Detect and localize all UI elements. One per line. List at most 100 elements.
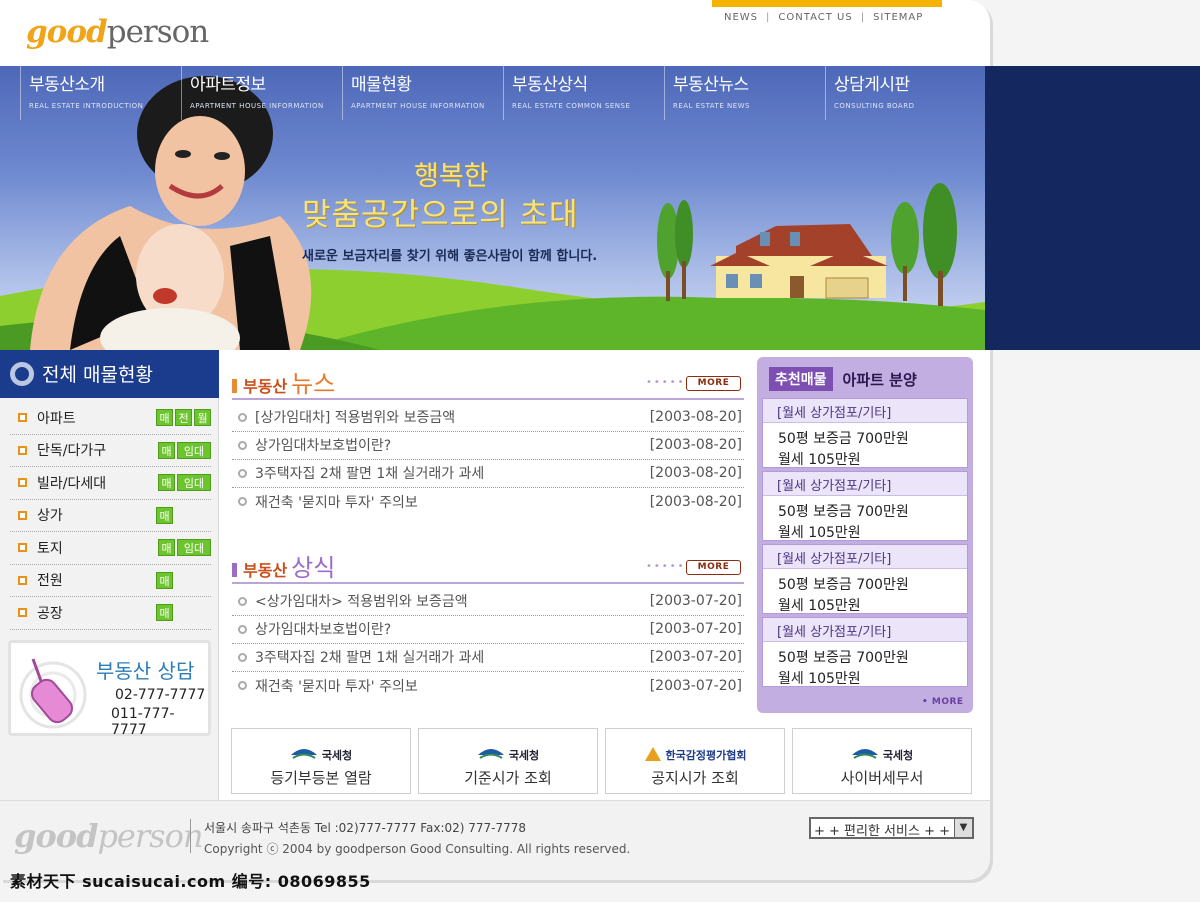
- tag-sale[interactable]: 매: [156, 571, 173, 589]
- nts-emblem-icon: [477, 749, 504, 759]
- bullet-icon: [18, 445, 27, 455]
- nav-item-news[interactable]: 부동산뉴스 REAL ESTATE NEWS: [664, 66, 825, 120]
- org-name: 한국감정평가협회: [665, 749, 747, 762]
- circle-bullet-icon: [238, 652, 247, 662]
- circle-bullet-icon: [238, 624, 247, 634]
- phone-icon: [19, 658, 87, 729]
- item-type: [월세 상가점포/기타]: [763, 618, 967, 642]
- consult-phone-2: 011-777-7777: [111, 706, 175, 738]
- news-more-button[interactable]: MORE: [686, 376, 741, 391]
- nav-item-common-sense[interactable]: 부동산상식 REAL ESTATE COMMON SENSE: [503, 66, 664, 120]
- contact-us-link[interactable]: CONTACT US: [778, 12, 852, 23]
- news-date: [2003-08-20]: [649, 409, 742, 426]
- hero-slogan-3: 새로운 보금자리를 찾기 위해 좋은사람이 함께 합니다.: [302, 249, 598, 264]
- circle-bullet-icon: [238, 497, 247, 507]
- link-public-price[interactable]: 한국감정평가협회 공지시가 조회: [605, 728, 785, 794]
- nav-item-apartment-info[interactable]: 아파트정보 APARTMENT HOUSE INFORMATION: [181, 66, 342, 120]
- nav-sublabel: CONSULTING BOARD: [834, 102, 915, 110]
- link-standard-price[interactable]: 국세청 기준시가 조회: [418, 728, 598, 794]
- tag-sale[interactable]: 매: [156, 409, 173, 427]
- nav-sublabel: REAL ESTATE INTRODUCTION: [29, 102, 144, 110]
- item-deposit: 50평 보증금 700만원: [778, 577, 909, 593]
- recommended-more-link[interactable]: • MORE: [922, 697, 964, 707]
- logo-good: good: [26, 14, 108, 50]
- dots-decoration: •••••: [646, 377, 686, 388]
- knowledge-row[interactable]: 재건축 '묻지마 투자' 주의보 [2003-07-20]: [232, 672, 744, 700]
- tag-rent[interactable]: 임대: [177, 539, 211, 557]
- consult-phone-1: 02-777-7777: [115, 687, 206, 703]
- category-factory[interactable]: 공장 매: [10, 597, 211, 630]
- site-logo[interactable]: goodperson: [26, 14, 209, 50]
- footer-divider: [190, 819, 191, 853]
- news-row[interactable]: 3주택자집 2채 팔면 1채 실거래가 과세 [2003-08-20]: [232, 460, 744, 488]
- nav-label: 부동산소개: [29, 75, 105, 95]
- tag-monthly[interactable]: 월: [194, 409, 211, 427]
- knowledge-divider: [232, 582, 744, 584]
- tag-sale[interactable]: 매: [158, 539, 175, 557]
- nav-item-realestate-intro[interactable]: 부동산소개 REAL ESTATE INTRODUCTION: [20, 66, 181, 120]
- news-date: [2003-08-20]: [649, 493, 742, 510]
- sitemap-link[interactable]: SITEMAP: [873, 12, 923, 23]
- recommended-item[interactable]: [월세 상가점포/기타] 50평 보증금 700만원 월세 105만원: [762, 617, 968, 687]
- recommended-item[interactable]: [월세 상가점포/기타] 50평 보증금 700만원 월세 105만원: [762, 544, 968, 614]
- org-label: 국세청: [419, 747, 597, 763]
- tag-sale[interactable]: 매: [158, 474, 175, 492]
- knowledge-row[interactable]: <상가임대차> 적용범위와 보증금액 [2003-07-20]: [232, 588, 744, 616]
- top-links: NEWS | CONTACT US | SITEMAP: [724, 12, 924, 23]
- category-list: 아파트 매 전 월 단독/다가구 매 임대 빌라/다세대 매 임대 상가 매 토지 매 임대 전원 매…: [0, 402, 219, 630]
- category-apartment[interactable]: 아파트 매 전 월: [10, 402, 211, 435]
- org-name: 국세청: [508, 749, 540, 762]
- news-link[interactable]: NEWS: [724, 12, 758, 23]
- bullet-icon: [18, 543, 27, 553]
- knowledge-title-text: 재건축 '묻지마 투자' 주의보: [255, 678, 418, 695]
- news-row[interactable]: 상가임대차보호법이란? [2003-08-20]: [232, 432, 744, 460]
- knowledge-row[interactable]: 상가임대차보호법이란? [2003-07-20]: [232, 616, 744, 644]
- news-row[interactable]: [상가임대차] 적용범위와 보증금액 [2003-08-20]: [232, 404, 744, 432]
- tag-sale[interactable]: 매: [156, 604, 173, 622]
- item-deposit: 50평 보증금 700만원: [778, 650, 909, 666]
- link-cyber-tax-office[interactable]: 국세청 사이버세무서: [792, 728, 972, 794]
- tag-sale[interactable]: 매: [156, 506, 173, 524]
- nav-sublabel: APARTMENT HOUSE INFORMATION: [351, 102, 485, 110]
- sidebar: 전체 매물현황 아파트 매 전 월 단독/다가구 매 임대 빌라/다세대 매 임대 상가 매 토…: [0, 350, 219, 800]
- category-label: 토지: [37, 540, 63, 557]
- recommended-box: 추천매물 아파트 분양 [월세 상가점포/기타] 50평 보증금 700만원 월세 …: [757, 357, 973, 713]
- recommended-item[interactable]: [월세 상가점포/기타] 50평 보증금 700만원 월세 105만원: [762, 398, 968, 468]
- knowledge-more-button[interactable]: MORE: [686, 560, 741, 575]
- square-icon: [232, 379, 237, 393]
- consult-title: 부동산 상담: [96, 659, 195, 683]
- appraisal-emblem-icon: [644, 747, 661, 761]
- news-title-text: [상가임대차] 적용범위와 보증금액: [255, 410, 456, 427]
- category-shop[interactable]: 상가 매: [10, 500, 211, 532]
- bullet-icon: [18, 510, 27, 520]
- services-select[interactable]: + + 편리한 서비스 + + ▼: [809, 817, 974, 839]
- news-row[interactable]: 재건축 '묻지마 투자' 주의보 [2003-08-20]: [232, 488, 744, 516]
- tag-sale[interactable]: 매: [158, 441, 175, 459]
- category-label: 상가: [37, 508, 63, 525]
- category-detached[interactable]: 단독/다가구 매 임대: [10, 435, 211, 467]
- tag-rent[interactable]: 임대: [177, 441, 211, 459]
- category-country[interactable]: 전원 매: [10, 565, 211, 597]
- category-label: 공장: [37, 605, 63, 622]
- knowledge-label: 부동산: [243, 561, 288, 580]
- tag-jeonse[interactable]: 전: [175, 409, 192, 427]
- item-type: [월세 상가점포/기타]: [763, 399, 967, 423]
- knowledge-row[interactable]: 3주택자집 2채 팔면 1채 실거래가 과세 [2003-07-20]: [232, 644, 744, 672]
- news-section-title: 부동산 뉴스: [232, 364, 335, 399]
- link-registry[interactable]: 국세청 등기부등본 열람: [231, 728, 411, 794]
- news-label: 부동산: [243, 377, 288, 396]
- dropdown-arrow-icon[interactable]: ▼: [954, 819, 972, 837]
- top-accent-bar: [712, 0, 942, 7]
- consult-box[interactable]: 부동산 상담 02-777-7777 011-777-7777: [8, 640, 211, 738]
- category-villa[interactable]: 빌라/다세대 매 임대: [10, 467, 211, 500]
- recommended-subtitle[interactable]: 아파트 분양: [843, 369, 917, 390]
- category-land[interactable]: 토지 매 임대: [10, 532, 211, 565]
- recommended-item[interactable]: [월세 상가점포/기타] 50평 보증금 700만원 월세 105만원: [762, 471, 968, 541]
- sidebar-header: 전체 매물현황: [0, 350, 219, 398]
- nav-item-listings[interactable]: 매물현황 APARTMENT HOUSE INFORMATION: [342, 66, 503, 120]
- org-name: 국세청: [321, 749, 353, 762]
- tag-rent[interactable]: 임대: [177, 474, 211, 492]
- nav-item-consulting-board[interactable]: 상담게시판 CONSULTING BOARD: [825, 66, 985, 120]
- nav-label: 매물현황: [351, 75, 412, 95]
- sidebar-title: 전체 매물현황: [42, 364, 153, 386]
